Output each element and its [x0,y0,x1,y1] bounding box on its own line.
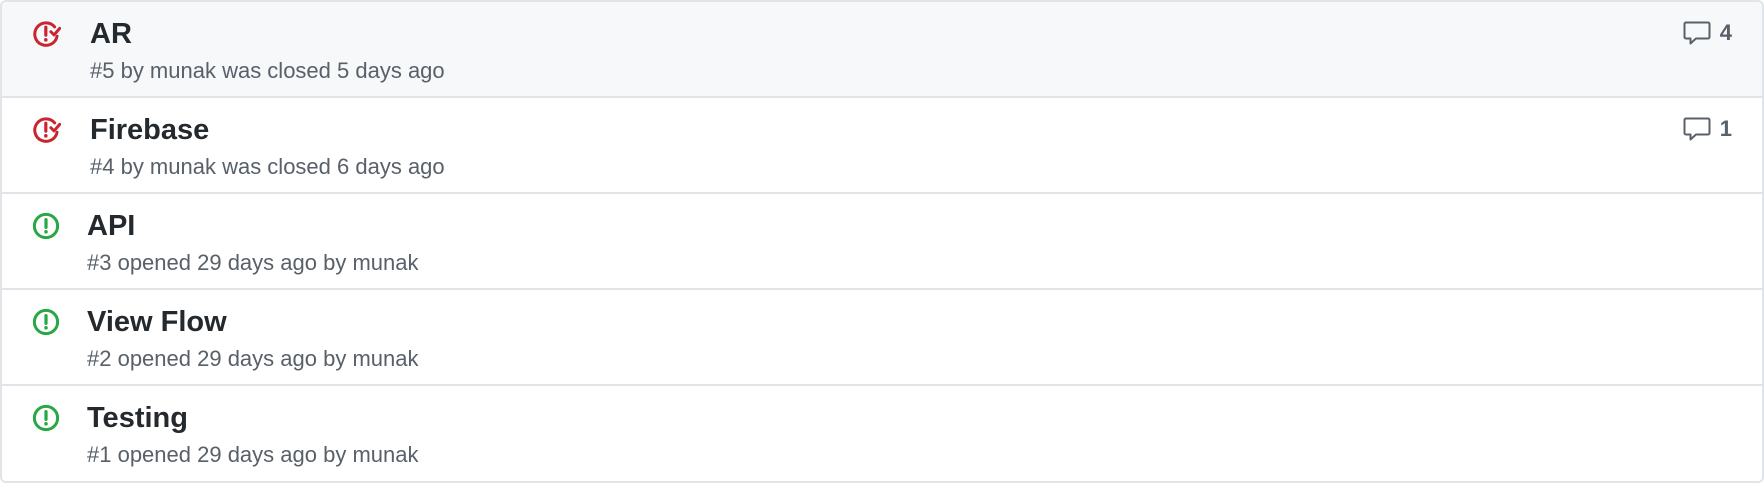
issue-opened-icon [31,403,61,433]
issue-opened-icon [31,211,61,241]
issue-meta: #4 by munak was closed 6 days ago [90,154,445,179]
issue-meta: #3 opened 29 days ago by munak [87,250,419,275]
issue-title-link[interactable]: Firebase [90,112,209,148]
issue-opened-icon [31,307,61,337]
comment-count: 1 [1719,116,1732,141]
issue-row[interactable]: API #3 opened 29 days ago by munak [2,194,1762,290]
issue-row[interactable]: Testing #1 opened 29 days ago by munak [2,386,1762,481]
comment-icon [1683,20,1711,46]
comments-link[interactable]: 1 [1683,116,1732,142]
comment-icon [1683,116,1711,142]
issue-title-link[interactable]: Testing [87,400,188,436]
issue-closed-icon [31,19,61,49]
issue-title-link[interactable]: AR [90,16,132,52]
issue-title-link[interactable]: View Flow [87,304,227,340]
issue-meta: #2 opened 29 days ago by munak [87,346,419,371]
issue-meta: #5 by munak was closed 5 days ago [90,58,445,83]
issue-closed-icon [31,115,61,145]
comment-count: 4 [1719,20,1732,45]
issue-title-link[interactable]: API [87,208,135,244]
issue-meta: #1 opened 29 days ago by munak [87,442,419,467]
comments-link[interactable]: 4 [1683,20,1732,46]
issue-row[interactable]: Firebase #4 by munak was closed 6 days a… [2,98,1762,194]
issue-list: AR #5 by munak was closed 5 days ago 4 F… [0,0,1764,483]
issue-row[interactable]: AR #5 by munak was closed 5 days ago 4 [2,2,1762,98]
issue-row[interactable]: View Flow #2 opened 29 days ago by munak [2,290,1762,386]
